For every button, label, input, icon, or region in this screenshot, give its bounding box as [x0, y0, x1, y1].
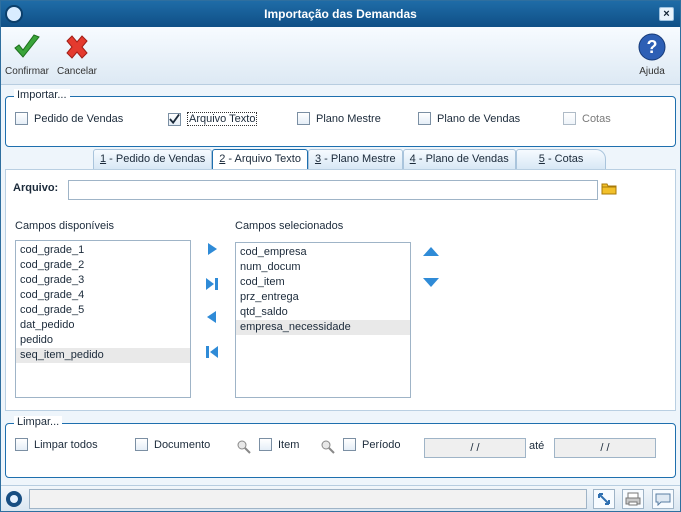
tab-label: - Plano Mestre — [321, 153, 396, 165]
move-left-icon[interactable] — [203, 308, 221, 326]
date-to-input[interactable]: / / — [554, 438, 656, 458]
tab-label: - Pedido de Vendas — [106, 153, 206, 165]
item-option[interactable]: Item — [259, 438, 299, 451]
option-pedido-de-vendas[interactable]: Pedido de Vendas — [15, 112, 123, 125]
limpar-group: Limpar... Limpar todos Documento Item Pe… — [5, 416, 676, 478]
list-item[interactable]: cod_grade_2 — [16, 258, 190, 273]
help-label: Ajuda — [639, 66, 665, 77]
list-item[interactable]: prz_entrega — [236, 290, 410, 305]
campos-disponiveis-label: Campos disponíveis — [15, 220, 115, 232]
checkbox[interactable] — [135, 438, 148, 451]
option-cotas: Cotas — [563, 112, 611, 125]
status-bar — [1, 485, 680, 511]
checkbox[interactable] — [343, 438, 356, 451]
x-icon — [60, 30, 94, 64]
list-item[interactable]: num_docum — [236, 260, 410, 275]
move-right-icon[interactable] — [203, 240, 221, 258]
confirm-button[interactable]: Confirmar — [4, 30, 50, 77]
folder-icon[interactable] — [601, 181, 617, 198]
option-label: Cotas — [582, 112, 611, 125]
tab-strip: 1 - Pedido de Vendas 2 - Arquivo Texto 3… — [93, 149, 607, 170]
checkmark-icon — [10, 30, 44, 64]
list-item[interactable]: cod_item — [236, 275, 410, 290]
move-up-icon[interactable] — [422, 242, 440, 260]
checkbox[interactable] — [15, 112, 28, 125]
svg-text:?: ? — [647, 37, 658, 57]
tab-label: - Plano de Vendas — [415, 153, 509, 165]
list-item[interactable]: seq_item_pedido — [16, 348, 190, 363]
campos-disponiveis-list[interactable]: cod_grade_1 cod_grade_2 cod_grade_3 cod_… — [15, 240, 191, 398]
help-button[interactable]: ? Ajuda — [629, 30, 675, 77]
option-plano-de-vendas[interactable]: Plano de Vendas — [418, 112, 520, 125]
checkbox[interactable] — [297, 112, 310, 125]
tab-panel-arquivo-texto: Arquivo: Campos disponíveis cod_grade_1 … — [5, 169, 676, 411]
importar-title: Importar... — [14, 89, 70, 101]
zoom-icon[interactable] — [237, 440, 251, 457]
move-all-left-icon[interactable] — [203, 343, 221, 361]
list-item[interactable]: cod_grade_4 — [16, 288, 190, 303]
campos-selecionados-list[interactable]: cod_empresa num_docum cod_item prz_entre… — [235, 242, 411, 398]
confirm-label: Confirmar — [5, 66, 49, 77]
list-item[interactable]: cod_grade_3 — [16, 273, 190, 288]
cancel-button[interactable]: Cancelar — [54, 30, 100, 77]
arquivo-label: Arquivo: — [13, 182, 59, 194]
tab-arquivo-texto[interactable]: 2 - Arquivo Texto — [212, 149, 308, 170]
option-label: Limpar todos — [34, 438, 98, 451]
zoom-icon[interactable] — [321, 440, 335, 457]
arquivo-input[interactable] — [68, 180, 598, 200]
print-icon[interactable] — [622, 489, 644, 509]
date-from-input[interactable]: / / — [424, 438, 526, 458]
checkbox[interactable] — [259, 438, 272, 451]
option-label: Pedido de Vendas — [34, 112, 124, 125]
list-item[interactable]: cod_grade_1 — [16, 243, 190, 258]
tab-cotas[interactable]: 5 - Cotas — [515, 149, 607, 169]
list-item[interactable]: empresa_necessidade — [236, 320, 410, 335]
app-status-icon — [5, 490, 23, 511]
move-all-right-icon[interactable] — [203, 275, 221, 293]
list-item[interactable]: qtd_saldo — [236, 305, 410, 320]
importar-group: Importar... Pedido de Vendas Arquivo Tex… — [5, 89, 676, 147]
option-label: Documento — [154, 438, 211, 451]
import-window: Importação das Demandas × Confirmar Canc… — [0, 0, 681, 512]
tab-label: - Cotas — [544, 153, 584, 165]
title-bar: Importação das Demandas × — [1, 1, 680, 27]
tab-label: - Arquivo Texto — [225, 153, 301, 165]
option-plano-mestre[interactable]: Plano Mestre — [297, 112, 381, 125]
app-logo-icon — [5, 5, 23, 23]
status-message-field — [29, 489, 587, 509]
limpar-title: Limpar... — [14, 416, 63, 428]
checkbox[interactable] — [15, 438, 28, 451]
list-item[interactable]: cod_empresa — [236, 245, 410, 260]
option-label: Plano Mestre — [316, 112, 381, 125]
checkbox-disabled — [563, 112, 576, 125]
option-label: Período — [362, 438, 401, 451]
checkbox[interactable] — [418, 112, 431, 125]
list-item[interactable]: cod_grade_5 — [16, 303, 190, 318]
tab-plano-de-vendas[interactable]: 4 - Plano de Vendas — [402, 149, 516, 169]
option-label: Arquivo Texto — [187, 112, 258, 126]
close-button[interactable]: × — [659, 7, 674, 21]
list-item[interactable]: dat_pedido — [16, 318, 190, 333]
option-arquivo-texto[interactable]: Arquivo Texto — [168, 112, 258, 126]
option-label: Plano de Vendas — [437, 112, 521, 125]
ate-label: até — [529, 440, 545, 452]
resize-icon[interactable] — [593, 489, 615, 509]
tab-pedido-de-vendas[interactable]: 1 - Pedido de Vendas — [93, 149, 213, 169]
window-title: Importação das Demandas — [264, 7, 417, 21]
limpar-todos-option[interactable]: Limpar todos — [15, 438, 98, 451]
option-label: Item — [278, 438, 300, 451]
tab-plano-mestre[interactable]: 3 - Plano Mestre — [307, 149, 403, 169]
campos-selecionados-label: Campos selecionados — [235, 220, 344, 232]
toolbar: Confirmar Cancelar ? Ajuda — [1, 27, 680, 85]
help-icon: ? — [635, 30, 669, 64]
periodo-option[interactable]: Período — [343, 438, 401, 451]
move-down-icon[interactable] — [422, 274, 440, 292]
list-item[interactable]: pedido — [16, 333, 190, 348]
message-icon[interactable] — [652, 489, 674, 509]
checkbox-checked[interactable] — [168, 112, 181, 126]
cancel-label: Cancelar — [56, 66, 98, 77]
documento-option[interactable]: Documento — [135, 438, 210, 451]
